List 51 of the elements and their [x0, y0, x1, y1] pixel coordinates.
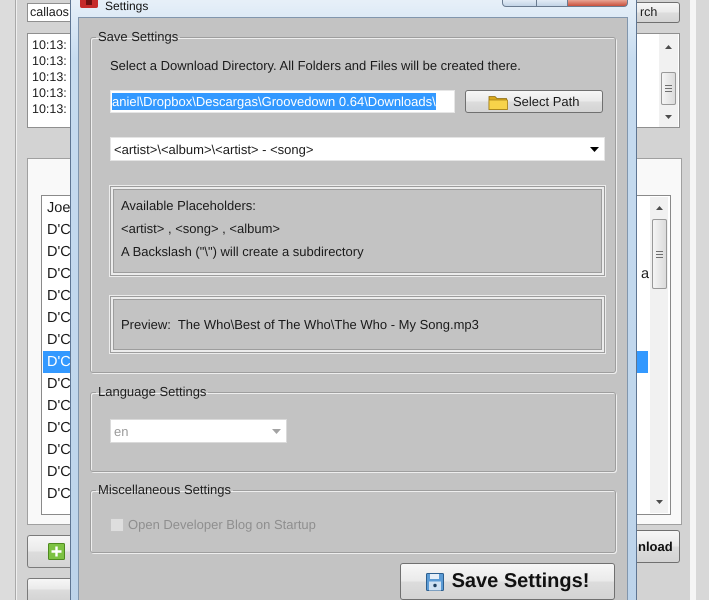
list-item[interactable]: D'C — [43, 307, 70, 329]
minimize-button[interactable] — [502, 0, 537, 7]
list-item[interactable]: D'C — [43, 395, 70, 417]
save-settings-button[interactable]: Save Settings! — [400, 563, 615, 600]
list-item[interactable]: D'C — [43, 483, 70, 505]
preview-text: Preview: The Who\Best of The Who\The Who - My Song.mp3 — [121, 317, 479, 332]
app-icon — [80, 0, 98, 8]
scrollbar[interactable] — [659, 34, 678, 127]
scrollbar-thumb[interactable] — [652, 219, 666, 289]
search-button[interactable]: rch — [637, 2, 680, 23]
maximize-button[interactable] — [537, 0, 568, 7]
add-button[interactable] — [27, 535, 70, 568]
scrollbar[interactable] — [650, 197, 668, 513]
list-item[interactable]: D'C — [43, 219, 70, 241]
list-item[interactable]: D'C — [43, 373, 70, 395]
list-item[interactable]: D'C — [43, 329, 70, 351]
search-field[interactable]: callaos — [27, 3, 70, 22]
log-entry: 10:13: — [32, 101, 67, 117]
folder-icon — [488, 94, 508, 110]
down-arrow-icon[interactable] — [665, 115, 672, 119]
placeholders-heading: Available Placeholders: — [121, 197, 256, 215]
list-item[interactable]: D'C — [43, 241, 70, 263]
placeholder-text: A Backslash ("\") will create a subdirectory — [121, 243, 364, 261]
log-entry: 10:13: — [32, 69, 67, 85]
up-arrow-icon[interactable] — [656, 206, 662, 210]
list-item[interactable]: a — [637, 263, 648, 285]
window-title: Settings — [105, 0, 148, 13]
placeholder-text: <artist> , <song> , <album> — [121, 220, 280, 238]
group-title: Save Settings — [97, 29, 180, 45]
up-arrow-icon[interactable] — [665, 45, 672, 49]
list-item[interactable]: Joe — [43, 197, 70, 219]
download-button[interactable]: nload — [637, 530, 680, 563]
plus-icon — [48, 543, 65, 560]
instruction-text: Select a Download Directory. All Folders and Files will be created there. — [110, 58, 521, 74]
log-entry: 10:13: — [32, 53, 67, 69]
log-entry: 10:13: — [32, 37, 67, 53]
close-button[interactable] — [568, 0, 628, 7]
list-item[interactable]: D'C — [43, 417, 70, 439]
list-item[interactable]: D'C — [43, 461, 70, 483]
list-item[interactable]: D'C — [43, 263, 70, 285]
list-item[interactable]: D'C — [43, 439, 70, 461]
log-entry: 10:13: — [32, 85, 67, 101]
caret-icon — [590, 146, 599, 152]
list-item[interactable]: D'C — [43, 285, 70, 307]
select-path-button[interactable]: Select Path — [465, 90, 603, 113]
scrollbar-thumb[interactable] — [661, 72, 676, 105]
naming-pattern-dropdown[interactable]: <artist>\<album>\<artist> - <song> — [110, 137, 605, 161]
down-arrow-icon[interactable] — [656, 500, 662, 504]
toolbar-button[interactable] — [27, 578, 70, 600]
group-title: Miscellaneous Settings — [97, 482, 232, 498]
group-title: Language Settings — [97, 384, 208, 400]
